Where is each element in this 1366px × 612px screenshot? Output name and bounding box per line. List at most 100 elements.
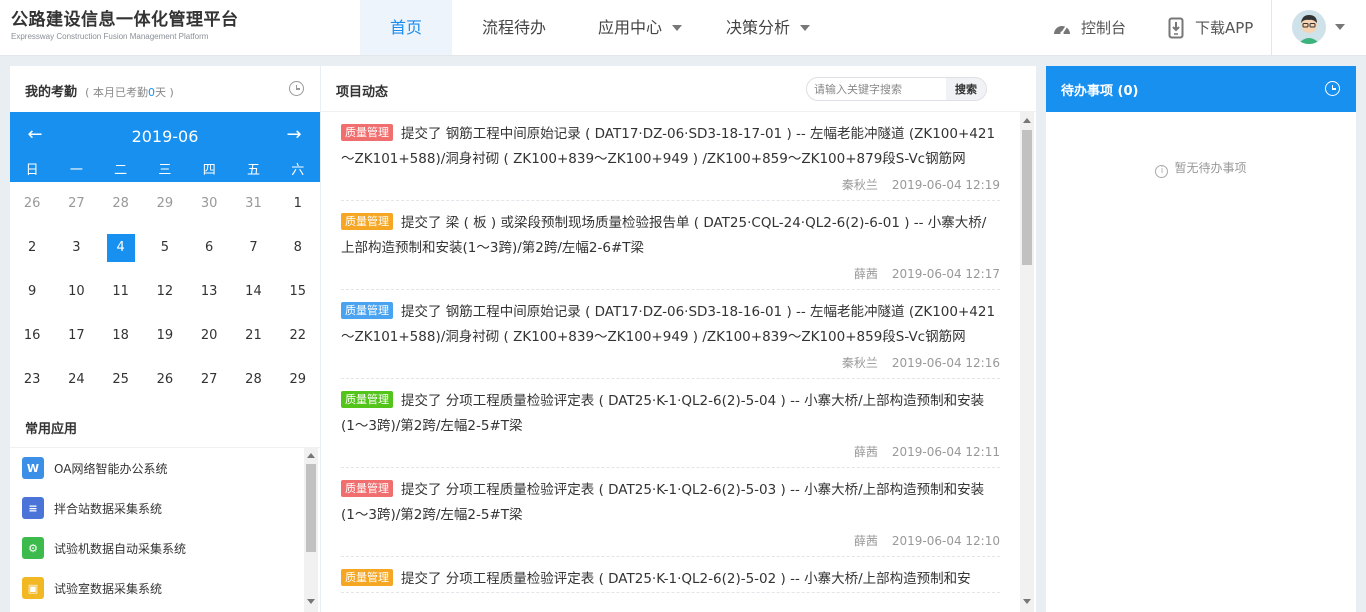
category-tag: 质量管理 [341, 391, 393, 408]
weekday-label: 二 [114, 163, 128, 178]
calendar-day[interactable]: 1 [276, 182, 320, 226]
database-icon: ≡ [22, 497, 44, 519]
app-item[interactable]: W OA网络智能办公系统 [10, 448, 303, 488]
calendar-day[interactable]: 26 [10, 182, 54, 226]
calendar-day[interactable]: 17 [54, 314, 98, 358]
calendar-day-number: 28 [112, 196, 129, 211]
calendar-day[interactable]: 7 [231, 226, 275, 270]
clock-icon[interactable] [1325, 81, 1340, 96]
calendar-day[interactable]: 23 [10, 358, 54, 402]
nav-workflow-todo[interactable]: 流程待办 [452, 0, 576, 55]
calendar-day[interactable]: 16 [10, 314, 54, 358]
calendar-day[interactable]: 13 [187, 270, 231, 314]
calendar-day[interactable]: 2 [10, 226, 54, 270]
app-label: 试验机数据自动采集系统 [54, 541, 187, 556]
scroll-up-icon[interactable] [1023, 118, 1031, 123]
calendar-day[interactable]: 27 [187, 358, 231, 402]
calendar-weekdays: 日一二三四五六 [10, 159, 320, 179]
feed-item[interactable]: 质量管理 提交了 钢筋工程中间原始记录 ( DAT17·DZ-06·SD3-18-… [341, 290, 1000, 379]
feed-item-meta: 薛茜 2019-06-04 12:17 [341, 261, 1000, 289]
lab-icon: ▣ [22, 577, 44, 599]
download-app-link[interactable]: 下载APP [1168, 0, 1253, 55]
search-input[interactable] [807, 78, 947, 100]
scroll-down-icon[interactable] [1023, 599, 1031, 604]
calendar-day-number: 3 [72, 240, 81, 255]
calendar-day[interactable]: 30 [187, 182, 231, 226]
calendar-day-number: 10 [68, 284, 85, 299]
feed-item-meta: 秦秋兰 2019-06-04 12:16 [341, 350, 1000, 378]
oa-icon: W [22, 457, 44, 479]
apps-scrollbar[interactable] [304, 448, 318, 612]
calendar-day[interactable]: 25 [99, 358, 143, 402]
feed-item[interactable]: 质量管理 提交了 分项工程质量检验评定表 ( DAT25·K-1·QL2-6(2)… [341, 557, 1000, 593]
console-link[interactable]: 控制台 [1052, 0, 1126, 55]
feed-item-text: 提交了 分项工程质量检验评定表 ( DAT25·K-1·QL2-6(2)-5-0… [401, 571, 971, 587]
next-month-button[interactable]: → [282, 124, 306, 145]
header-divider [1271, 0, 1272, 55]
calendar-week-row: 2 3 4 5 6 7 8 [10, 226, 320, 270]
feed-item[interactable]: 质量管理 提交了 梁 ( 板 ) 或梁段预制现场质量检验报告单 ( DAT25·C… [341, 201, 1000, 290]
scroll-thumb[interactable] [306, 464, 316, 552]
calendar-day[interactable]: 3 [54, 226, 98, 270]
search-button[interactable]: 搜索 [946, 78, 986, 100]
calendar-day[interactable]: 5 [143, 226, 187, 270]
app-item[interactable]: ≡ 拌合站数据采集系统 [10, 488, 303, 528]
calendar-day[interactable]: 8 [276, 226, 320, 270]
download-phone-icon [1168, 17, 1184, 38]
nav-home[interactable]: 首页 [360, 0, 452, 55]
feed-item[interactable]: 质量管理 提交了 分项工程质量检验评定表 ( DAT25·K-1·QL2-6(2)… [341, 379, 1000, 468]
calendar-day[interactable]: 21 [231, 314, 275, 358]
calendar-day[interactable]: 24 [54, 358, 98, 402]
feed-scrollbar[interactable] [1020, 112, 1034, 612]
app-item[interactable]: ▣ 试验室数据采集系统 [10, 568, 303, 608]
nav-app-center[interactable]: 应用中心 [576, 0, 704, 55]
clock-icon[interactable] [289, 81, 304, 96]
calendar-week-row: 16 17 18 19 20 21 22 [10, 314, 320, 358]
calendar-day[interactable]: 28 [99, 182, 143, 226]
calendar-day[interactable]: 31 [231, 182, 275, 226]
calendar-day[interactable]: 29 [276, 358, 320, 402]
scroll-thumb[interactable] [1022, 130, 1032, 265]
feed-item[interactable]: 质量管理 提交了 钢筋工程中间原始记录 ( DAT17·DZ-06·SD3-18-… [341, 112, 1000, 201]
calendar-day[interactable]: 27 [54, 182, 98, 226]
app-item[interactable]: ⚙ 试验机数据自动采集系统 [10, 528, 303, 568]
calendar-day[interactable]: 14 [231, 270, 275, 314]
user-avatar[interactable] [1292, 10, 1326, 44]
calendar-day[interactable]: 11 [99, 270, 143, 314]
calendar-day[interactable]: 18 [99, 314, 143, 358]
feed-item-meta: 薛茜 2019-06-04 12:11 [341, 439, 1000, 467]
feed-item-time: 2019-06-04 12:10 [891, 534, 1000, 548]
calendar-day-number: 30 [200, 196, 218, 211]
calendar-day[interactable]: 6 [187, 226, 231, 270]
brand-logo[interactable]: 公路建设信息一体化管理平台 Expressway Construction Fu… [11, 9, 239, 43]
calendar-day[interactable]: 15 [276, 270, 320, 314]
calendar-day[interactable]: 28 [231, 358, 275, 402]
calendar-day[interactable]: 26 [143, 358, 187, 402]
calendar-day-number: 29 [156, 196, 174, 211]
calendar-day[interactable]: 9 [10, 270, 54, 314]
calendar-day-number: 1 [293, 196, 302, 211]
calendar-day[interactable]: 19 [143, 314, 187, 358]
feed-item[interactable]: 质量管理 提交了 分项工程质量检验评定表 ( DAT25·K-1·QL2-6(2)… [341, 468, 1000, 557]
scroll-up-icon[interactable] [307, 453, 315, 458]
calendar-week-row: 26 27 28 29 30 31 1 [10, 182, 320, 226]
calendar-day-number: 22 [289, 328, 306, 343]
nav-decision-analysis[interactable]: 决策分析 [704, 0, 832, 55]
calendar-day[interactable]: 29 [143, 182, 187, 226]
calendar-day[interactable]: 10 [54, 270, 98, 314]
dashboard-icon [1054, 25, 1070, 35]
user-menu-chevron-icon[interactable] [1335, 24, 1345, 30]
calendar-header: ← 2019-06 → 日一二三四五六 [10, 112, 320, 182]
scroll-down-icon[interactable] [307, 599, 315, 604]
calendar-day-number: 27 [68, 196, 85, 211]
calendar-day[interactable]: 12 [143, 270, 187, 314]
feed-item-time: 2019-06-04 12:16 [891, 356, 1000, 370]
calendar-day-today[interactable]: 4 [99, 226, 143, 270]
calendar-day-number: 25 [112, 372, 129, 387]
calendar-day[interactable]: 20 [187, 314, 231, 358]
top-header: 公路建设信息一体化管理平台 Expressway Construction Fu… [0, 0, 1366, 56]
attendance-summary: ( 本月已考勤0天 ) [85, 86, 174, 99]
calendar-day-number: 13 [200, 284, 218, 299]
calendar-day[interactable]: 22 [276, 314, 320, 358]
weekday-label: 六 [291, 163, 305, 178]
